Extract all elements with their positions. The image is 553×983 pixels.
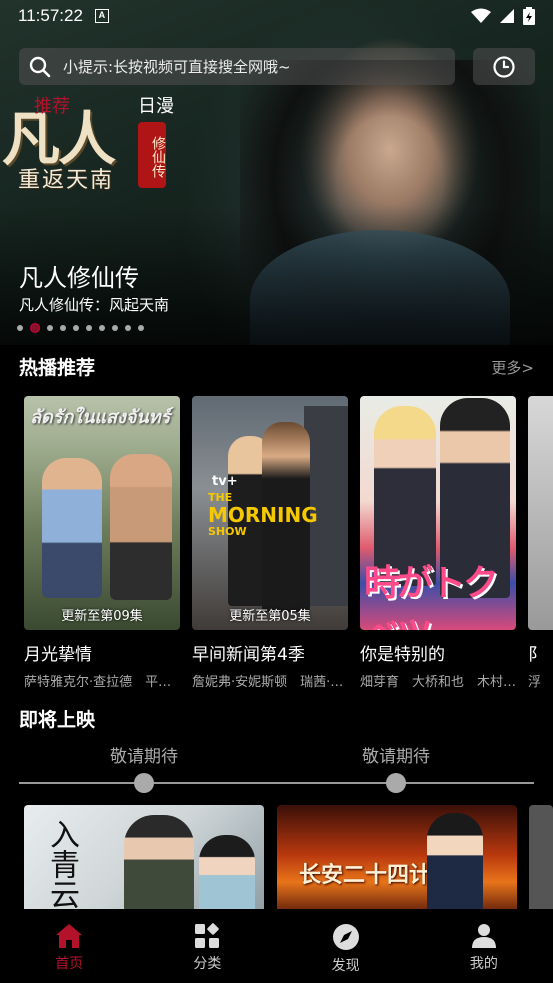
timeline-line [19, 782, 534, 784]
show-card[interactable]: 時がトクベツ 你是特别的 畑芽育 大桥和也 木村… [360, 396, 516, 690]
category-icon [195, 923, 220, 948]
status-bar: 11:57:22 A [0, 0, 553, 32]
carousel-dot[interactable] [73, 325, 79, 331]
top-tabs: 推荐 日漫 [34, 92, 174, 118]
tab-recommend[interactable]: 推荐 [34, 92, 70, 118]
timeline-node [386, 773, 406, 793]
signal-icon [500, 9, 514, 23]
bottom-nav: 首页 分类 发现 我的 [0, 909, 553, 983]
show-poster: 時がトクベツ [360, 396, 516, 630]
carousel-dot-active[interactable] [30, 323, 40, 333]
show-card[interactable]: ลัดรักในแสงจันทร์ 更新至第09集 月光挚情 萨特雅克尔·查拉德… [24, 396, 180, 690]
episode-badge: 更新至第05集 [229, 609, 311, 624]
hero-title: 凡人修仙传 [19, 264, 139, 292]
show-name: 你是特别的 [360, 645, 445, 665]
upcoming-poster-title: 入青云 [44, 819, 79, 909]
show-poster [528, 396, 553, 630]
upcoming-card[interactable]: 入青云 [24, 805, 264, 915]
nav-home[interactable]: 首页 [0, 909, 138, 983]
hero-subtitle: 凡人修仙传：风起天南 [19, 296, 170, 314]
carousel-dot[interactable] [112, 325, 118, 331]
nav-discover[interactable]: 发现 [277, 909, 415, 983]
carousel-dot[interactable] [86, 325, 92, 331]
carousel-dot[interactable] [125, 325, 131, 331]
carousel-indicator [17, 323, 144, 333]
battery-icon [523, 7, 535, 25]
show-card[interactable]: 阝 浮 [528, 396, 553, 690]
search-bar[interactable]: 小提示:长按视频可直接搜全网哦~ [19, 48, 455, 85]
upcoming-card[interactable] [529, 805, 553, 915]
show-cast: 萨特雅克尔·查拉德 平… [24, 675, 172, 690]
episode-badge: 更新至第09集 [61, 609, 143, 624]
nav-category[interactable]: 分类 [138, 909, 276, 983]
user-icon [471, 924, 496, 948]
hot-more-link[interactable]: 更多> [491, 357, 534, 378]
carousel-dot[interactable] [60, 325, 66, 331]
show-card[interactable]: tv+ THE MORNING SHOW 更新至第05集 早间新闻第4季 詹妮弗·安… [192, 396, 348, 690]
apple-tv-logo: tv+ [212, 474, 238, 489]
upcoming-section-title: 即将上映 [19, 709, 96, 731]
tab-anime[interactable]: 日漫 [138, 92, 174, 118]
hot-list: ลัดรักในแสงจันทร์ 更新至第09集 月光挚情 萨特雅克尔·查拉德… [24, 396, 553, 691]
show-poster: tv+ THE MORNING SHOW 更新至第05集 [192, 396, 348, 630]
home-icon [56, 924, 83, 948]
wifi-icon [471, 8, 491, 23]
carousel-dot[interactable] [17, 325, 23, 331]
upcoming-card[interactable]: 长安二十四计 [277, 805, 517, 915]
show-name: 阝 [528, 645, 545, 665]
search-icon [29, 56, 51, 77]
notification-icon: A [94, 9, 109, 23]
timeline-label: 敬请期待 [362, 747, 430, 767]
nav-profile[interactable]: 我的 [415, 909, 553, 983]
carousel-dot[interactable] [47, 325, 53, 331]
timeline-node [134, 773, 154, 793]
history-button[interactable] [473, 48, 535, 85]
carousel-dot[interactable] [138, 325, 144, 331]
carousel-dot[interactable] [99, 325, 105, 331]
show-cast: 畑芽育 大桥和也 木村… [360, 675, 516, 690]
search-placeholder: 小提示:长按视频可直接搜全网哦~ [63, 58, 291, 76]
compass-icon [332, 924, 359, 950]
clock-icon [493, 55, 515, 78]
timeline-label: 敬请期待 [110, 747, 178, 767]
show-poster: ลัดรักในแสงจันทร์ 更新至第09集 [24, 396, 180, 630]
show-name: 月光挚情 [24, 645, 92, 665]
hot-section-title: 热播推荐 [19, 357, 96, 379]
show-name: 早间新闻第4季 [192, 645, 305, 665]
show-cast: 詹妮弗·安妮斯顿 瑞茜·… [192, 675, 344, 690]
status-time: 11:57:22 [18, 6, 83, 25]
show-cast: 浮 [528, 675, 542, 690]
upcoming-poster-title: 长安二十四计 [299, 862, 432, 888]
